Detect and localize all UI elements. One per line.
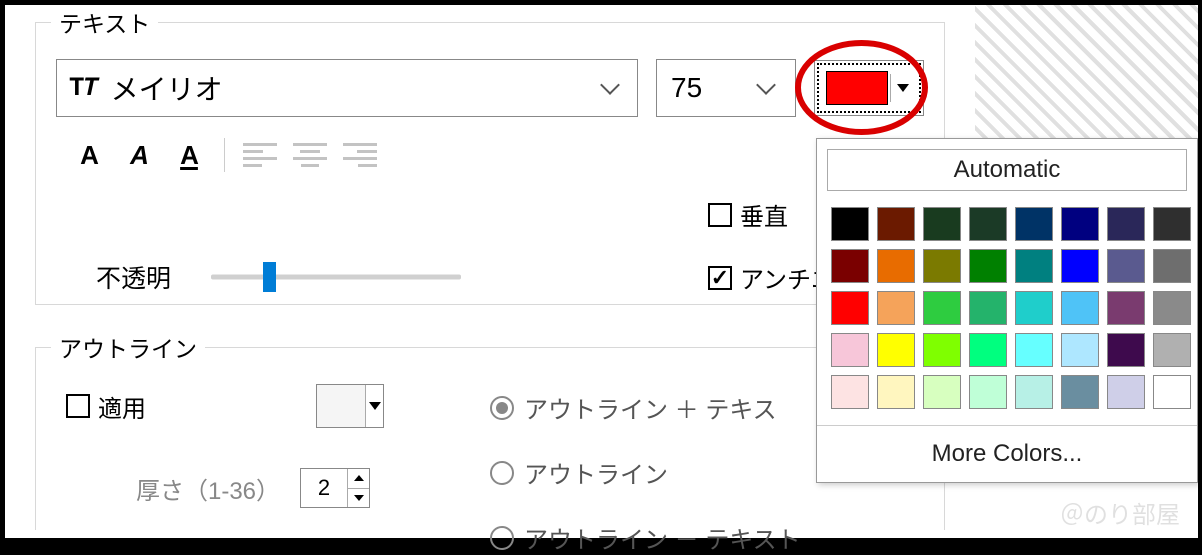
- font-color-button[interactable]: [814, 60, 924, 116]
- vertical-checkbox[interactable]: 垂直: [708, 197, 788, 232]
- font-color-swatch: [826, 71, 888, 105]
- outline-apply-label: 適用: [98, 389, 146, 424]
- align-right-button[interactable]: [335, 135, 385, 175]
- checkbox-checked-icon: [708, 266, 732, 290]
- spinner-down-button[interactable]: [348, 489, 369, 508]
- color-swatch[interactable]: [1061, 291, 1099, 325]
- color-swatch[interactable]: [1107, 375, 1145, 409]
- opacity-slider[interactable]: [211, 262, 461, 292]
- slider-track: [211, 275, 461, 280]
- color-swatch[interactable]: [969, 333, 1007, 367]
- font-size-value: 75: [671, 72, 759, 104]
- color-swatch[interactable]: [923, 249, 961, 283]
- text-legend: テキスト: [51, 5, 158, 39]
- checkbox-icon: [708, 203, 732, 227]
- color-swatch[interactable]: [1153, 291, 1191, 325]
- radio-icon: [490, 526, 514, 550]
- color-swatch[interactable]: [969, 207, 1007, 241]
- color-swatch[interactable]: [969, 375, 1007, 409]
- divider: [224, 138, 225, 172]
- color-swatch[interactable]: [1015, 207, 1053, 241]
- radio-outline-minus-text[interactable]: アウトライン － テキスト: [490, 520, 801, 555]
- opacity-label: 不透明: [96, 259, 171, 295]
- align-center-button[interactable]: [285, 135, 335, 175]
- outline-color-dropdown[interactable]: [365, 385, 383, 427]
- text-fieldset: テキスト 𝐓𝑻 メイリオ 75 A A A: [35, 5, 945, 305]
- radio-selected-icon: [490, 396, 514, 420]
- color-swatch[interactable]: [969, 291, 1007, 325]
- align-left-button[interactable]: [235, 135, 285, 175]
- color-swatch[interactable]: [923, 291, 961, 325]
- color-swatch[interactable]: [1015, 375, 1053, 409]
- color-automatic-button[interactable]: Automatic: [827, 149, 1187, 191]
- watermark-text: ＠のり部屋: [1060, 495, 1180, 530]
- app-window: テキスト 𝐓𝑻 メイリオ 75 A A A: [5, 5, 1198, 538]
- color-swatch[interactable]: [1061, 249, 1099, 283]
- color-swatch[interactable]: [877, 333, 915, 367]
- font-family-select[interactable]: 𝐓𝑻 メイリオ: [56, 59, 638, 117]
- triangle-up-icon: [354, 475, 364, 481]
- color-swatch[interactable]: [1153, 249, 1191, 283]
- color-swatch[interactable]: [923, 375, 961, 409]
- italic-button[interactable]: A: [114, 135, 164, 175]
- color-swatch[interactable]: [831, 333, 869, 367]
- triangle-down-icon: [369, 402, 381, 410]
- color-swatch[interactable]: [831, 207, 869, 241]
- color-swatch[interactable]: [923, 333, 961, 367]
- slider-thumb[interactable]: [263, 262, 276, 292]
- color-swatch[interactable]: [1153, 375, 1191, 409]
- color-swatch[interactable]: [877, 207, 915, 241]
- color-swatch[interactable]: [1107, 207, 1145, 241]
- font-color-dropdown[interactable]: [894, 72, 912, 104]
- color-swatch[interactable]: [877, 291, 915, 325]
- outline-apply-checkbox[interactable]: 適用: [66, 389, 146, 424]
- text-style-row: A A A: [36, 117, 944, 175]
- opacity-row: 不透明: [96, 259, 461, 295]
- outline-color-swatch: [317, 385, 365, 427]
- color-swatch[interactable]: [1107, 291, 1145, 325]
- radio-outline-only[interactable]: アウトライン: [490, 455, 801, 490]
- outline-legend: アウトライン: [51, 330, 205, 364]
- radio-outline-plus-text[interactable]: アウトライン ＋ テキス: [490, 390, 801, 425]
- color-swatch[interactable]: [1015, 291, 1053, 325]
- font-family-value: メイリオ: [111, 68, 603, 108]
- color-swatch[interactable]: [1015, 249, 1053, 283]
- color-swatch[interactable]: [1153, 207, 1191, 241]
- vertical-label: 垂直: [740, 197, 788, 232]
- font-size-select[interactable]: 75: [656, 59, 796, 117]
- color-swatch[interactable]: [1107, 333, 1145, 367]
- color-swatch[interactable]: [877, 375, 915, 409]
- color-swatch[interactable]: [969, 249, 1007, 283]
- color-swatch[interactable]: [831, 375, 869, 409]
- thickness-label: 厚さ（1-36）: [136, 471, 280, 506]
- outline-mode-radio-group: アウトライン ＋ テキス アウトライン アウトライン － テキスト: [490, 390, 801, 555]
- color-swatch[interactable]: [1107, 249, 1145, 283]
- radio-icon: [490, 461, 514, 485]
- more-colors-button[interactable]: More Colors...: [817, 426, 1197, 482]
- checkbox-icon: [66, 394, 90, 418]
- color-swatch[interactable]: [1153, 333, 1191, 367]
- color-swatch[interactable]: [1061, 207, 1099, 241]
- color-swatch-grid: [817, 201, 1197, 419]
- color-swatch[interactable]: [877, 249, 915, 283]
- font-type-icon: 𝐓𝑻: [69, 75, 99, 102]
- spinner-up-button[interactable]: [348, 469, 369, 489]
- color-swatch[interactable]: [1015, 333, 1053, 367]
- bold-button[interactable]: A: [64, 135, 114, 175]
- thickness-value: 2: [301, 469, 347, 507]
- font-row: 𝐓𝑻 メイリオ 75: [36, 39, 944, 117]
- underline-button[interactable]: A: [164, 135, 214, 175]
- color-swatch[interactable]: [923, 207, 961, 241]
- outline-color-button[interactable]: [316, 384, 384, 428]
- triangle-down-icon: [897, 84, 909, 92]
- triangle-down-icon: [354, 495, 364, 501]
- color-swatch[interactable]: [831, 249, 869, 283]
- chevron-down-icon: [600, 75, 620, 95]
- color-swatch[interactable]: [1061, 333, 1099, 367]
- color-swatch[interactable]: [831, 291, 869, 325]
- color-picker-popup: Automatic More Colors...: [816, 138, 1198, 483]
- color-swatch[interactable]: [1061, 375, 1099, 409]
- thickness-spinner[interactable]: 2: [300, 468, 370, 508]
- chevron-down-icon: [756, 75, 776, 95]
